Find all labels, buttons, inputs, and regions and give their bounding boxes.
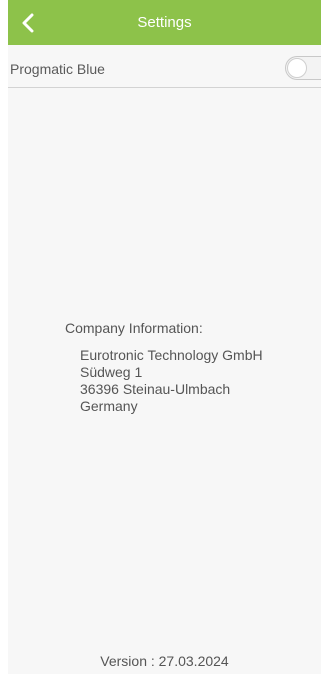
company-heading: Company Information: (65, 320, 203, 336)
company-information: Company Information: Eurotronic Technolo… (65, 318, 263, 415)
page-title: Settings (137, 14, 192, 31)
company-address: Eurotronic Technology GmbH Südweg 1 3639… (65, 347, 263, 415)
toggle-knob (287, 58, 307, 78)
header-bar: Settings (8, 0, 321, 45)
company-name: Eurotronic Technology GmbH (80, 347, 263, 363)
progmatic-blue-toggle[interactable] (285, 56, 321, 80)
company-city: 36396 Steinau-Ulmbach (80, 381, 231, 397)
version-label: Version : 27.03.2024 (100, 653, 229, 669)
company-country: Germany (80, 398, 138, 414)
company-street: Südweg 1 (80, 364, 143, 380)
settings-screen: Settings Progmatic Blue Company Informat… (8, 0, 321, 674)
setting-row-progmatic-blue: Progmatic Blue (8, 51, 321, 88)
setting-label: Progmatic Blue (10, 61, 105, 77)
